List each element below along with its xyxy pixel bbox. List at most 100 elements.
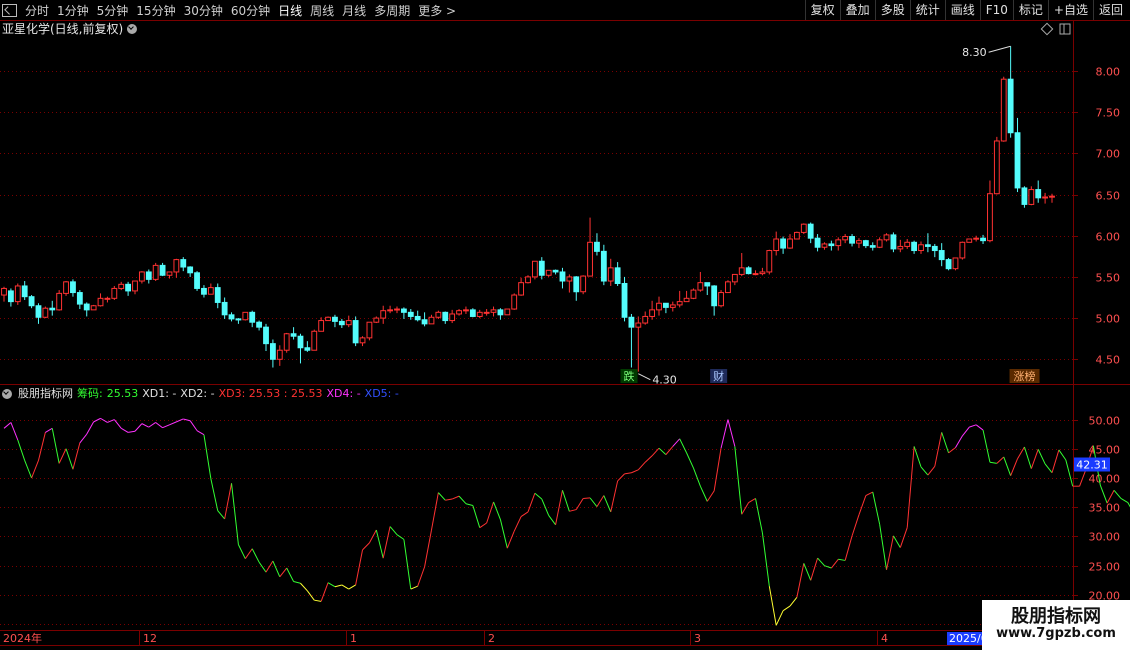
indicator-line-segment [844,535,853,561]
indicator-line-segment [368,529,377,544]
indicator-line-segment [948,447,956,454]
price-tick-label: 7.00 [1096,148,1121,161]
price-tick-label: 5.00 [1096,313,1121,326]
candle [614,267,621,284]
indicator-line-segment [445,498,453,501]
candle [152,264,159,280]
indicator-line-segment [672,438,681,447]
candle [7,290,14,303]
indicator-line-segment [424,529,432,567]
candle [711,285,718,307]
price-tick-label: 6.00 [1096,231,1121,244]
indicator-line-segment [624,472,632,475]
candle [380,310,387,319]
candle [249,311,256,323]
indicator-line-segment [665,446,674,455]
candle [1049,195,1055,198]
candle [256,321,263,328]
candle [414,315,421,321]
indicator-line-segment [961,426,970,437]
candle [628,316,635,328]
indicator-line-segment [403,539,412,590]
indicator-line-segment [286,567,295,582]
indicator-line-segment [1044,463,1053,474]
candle [132,280,138,292]
low-price-label: 4.30 [652,374,677,387]
candle [642,315,649,324]
date-label: 3 [694,632,701,645]
candle [42,307,49,318]
candle [428,316,435,325]
low-marker-line [638,373,651,381]
window-icon [1059,23,1071,35]
indicator-line-segment [1003,456,1012,476]
candle [242,311,249,321]
indicator-line-segment [1010,458,1018,476]
candle [345,320,352,326]
indicator-line-segment [355,549,364,586]
chevron-down-icon[interactable] [2,389,12,399]
indicator-line-segment [617,473,625,482]
indicator-line-segment [272,560,281,578]
candle [325,316,331,322]
candle [173,259,180,273]
indicator-line-segment [51,428,60,464]
indicator-line-segment [258,561,267,573]
indicator-line-segment [569,509,577,512]
candle [194,272,200,289]
candle [980,237,986,242]
indicator-line-segment [761,532,770,587]
candle [897,245,904,250]
candle [338,320,345,326]
candle [580,275,587,293]
indicator-line-segment [65,448,74,470]
indicator-line-segment [534,492,543,500]
indicator-line-segment [748,498,756,503]
candle [187,266,194,274]
candle [766,250,773,273]
current-value-label: 42.31 [1076,458,1108,471]
xd5-value: XD5: - [364,387,399,400]
chart-area[interactable]: 8.00 7.50 7.00 6.50 6.00 5.50 5.00 4.50 8.30 4.30… [0,0,1130,650]
diamond-icon [1040,22,1054,36]
indicator-line-segment [224,483,233,520]
candle [1000,78,1007,142]
indicator-line-segment [265,560,274,573]
candle [366,321,373,339]
indicator-line-segment [927,465,936,476]
candle [1042,196,1049,199]
candle [435,311,442,318]
candle [800,223,807,233]
date-label: 2 [488,632,495,645]
indicator-line-segment [3,422,12,429]
candle [828,243,835,247]
candle [63,281,69,294]
indicator-line-segment [879,524,888,570]
indicator-line-segment [886,535,894,570]
candle [304,347,311,351]
indicator-title: 股朋指标网 筹码: 25.53 XD1: - XD2: - XD3: 25.53… [2,387,399,401]
xd2-value: XD2: - [180,387,215,400]
candle [90,305,97,311]
candle [959,241,966,259]
candle [869,245,876,248]
indicator-line-segment [458,495,467,505]
indicator-line-segment [838,558,846,561]
indicator-line-segment [679,438,688,454]
candle [421,319,428,325]
indicator-line-segment [93,417,101,423]
indicator-line-segment [237,544,246,559]
candle [973,237,980,240]
candle [862,240,869,247]
indicator-line-segment [651,447,660,457]
indicator-line-segment [176,418,184,423]
indicator-line-segment [493,501,501,520]
indicator-line-segment [824,565,832,569]
candle [49,307,56,311]
candle [904,241,911,247]
candle [952,257,959,270]
indicator-line-segment [348,584,356,590]
indicator-line-segment [699,485,708,502]
indicator-tick-label: 30.00 [1089,531,1121,544]
candle [352,320,359,344]
